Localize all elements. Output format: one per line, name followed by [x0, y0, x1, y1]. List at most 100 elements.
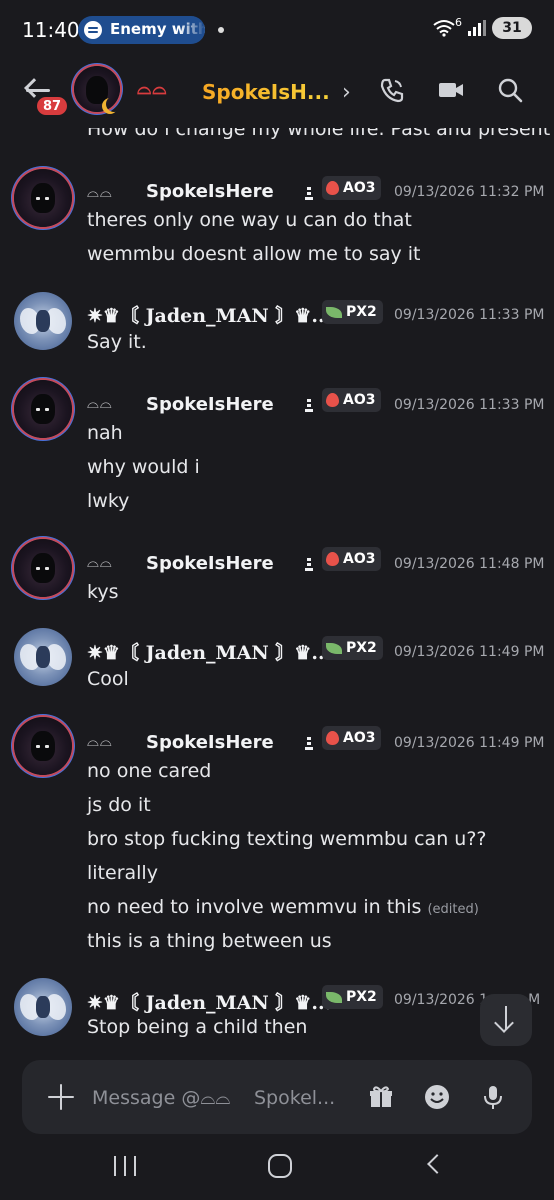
author-name[interactable]: SpokeIsHere [146, 181, 274, 202]
media-label-fade [179, 16, 205, 44]
message-text: wemmbu doesnt allow me to say it [87, 243, 421, 265]
network-label: 6 [455, 15, 462, 29]
leaf-icon [326, 991, 342, 1003]
guild-tag-label: PX2 [346, 989, 377, 1005]
avatar[interactable] [14, 978, 72, 1036]
role-icon [302, 184, 316, 204]
microphone-icon[interactable] [480, 1084, 506, 1110]
role-icon [302, 734, 316, 754]
battery-indicator: 31 [492, 17, 532, 39]
message-input-placeholder-tail: Spokel... [254, 1087, 336, 1109]
author-name[interactable]: SpokeIsHere [146, 394, 274, 415]
message-text: theres only one way u can do that [87, 209, 412, 231]
message-text: Stop being a child then [87, 1016, 308, 1038]
edited-label: (edited) [427, 902, 479, 917]
message-text: no one cared [87, 760, 212, 782]
phone-call-icon[interactable] [378, 76, 406, 104]
status-time: 11:40 [22, 18, 80, 42]
role-icon [302, 396, 316, 416]
user-deco: ⌓⌓ [87, 394, 113, 412]
message-text: kys [87, 581, 119, 603]
author-name[interactable]: ✷♛〘 Jaden_MAN 〙♛... [87, 301, 331, 328]
avatar[interactable] [14, 169, 72, 227]
user-deco: ⌓⌓ [87, 183, 113, 201]
timestamp: 09/13/2026 11:49 PM [394, 735, 545, 751]
channel-name[interactable]: SpokeIsH... [202, 80, 330, 104]
guild-tag-label: AO3 [343, 730, 376, 746]
status-indicators: 6 31 [433, 15, 532, 39]
nav-back-icon[interactable] [427, 1154, 447, 1174]
timestamp: 09/13/2026 11:33 PM [394, 307, 545, 323]
plus-icon[interactable] [48, 1084, 74, 1110]
role-icon [302, 555, 316, 575]
gift-icon[interactable] [368, 1084, 394, 1110]
home-icon[interactable] [268, 1154, 292, 1178]
message-text: nah [87, 422, 123, 444]
message-text: this is a thing between us [87, 930, 332, 952]
message-text: lwky [87, 490, 130, 512]
author-name[interactable]: SpokeIsHere [146, 732, 274, 753]
user-deco: ⌓⌓ [137, 78, 168, 99]
author-name[interactable]: ✷♛〘 Jaden_MAN 〙♛... [87, 988, 331, 1015]
message-text: js do it [87, 794, 151, 816]
message-text: no need to involve wemmvu in this (edite… [87, 896, 479, 918]
moon-icon [106, 96, 122, 112]
guild-tag[interactable]: AO3 [322, 547, 382, 571]
message-list[interactable]: How do i change my whole life. Past and … [0, 128, 554, 1058]
avatar[interactable] [14, 539, 72, 597]
flame-icon [326, 393, 339, 407]
status-bar: 11:40 Enemy with 6 31 [0, 0, 554, 58]
message-text: Say it. [87, 331, 147, 353]
notification-dot-icon [218, 27, 224, 33]
scroll-to-bottom-button[interactable] [480, 994, 532, 1046]
wifi-icon [433, 20, 455, 37]
user-deco: ⌓⌓ [87, 553, 113, 571]
flame-icon [326, 552, 339, 566]
message-text: literally [87, 862, 158, 884]
guild-tag[interactable]: PX2 [322, 985, 383, 1009]
leaf-icon [326, 306, 342, 318]
message-text: How do i change my whole life. Past and … [87, 128, 551, 140]
emoji-icon[interactable] [424, 1084, 450, 1110]
timestamp: 09/13/2026 11:48 PM [394, 556, 545, 572]
timestamp: 09/13/2026 11:49 PM [394, 644, 545, 660]
flame-icon [326, 181, 339, 195]
message-text: Cool [87, 668, 129, 690]
flame-icon [326, 731, 339, 745]
message-composer[interactable]: Message @⌓⌓ Spokel... [22, 1060, 532, 1134]
message-text: why would i [87, 456, 200, 478]
recents-icon[interactable] [114, 1156, 136, 1176]
avatar[interactable] [14, 628, 72, 686]
media-notification-pill[interactable]: Enemy with [78, 16, 205, 44]
video-call-icon[interactable] [437, 76, 465, 104]
signal-icon [468, 20, 486, 36]
guild-tag-label: AO3 [343, 551, 376, 567]
guild-tag[interactable]: AO3 [322, 726, 382, 750]
chevron-right-icon[interactable]: › [342, 80, 351, 105]
avatar[interactable] [14, 292, 72, 350]
search-icon[interactable] [496, 76, 524, 104]
author-name[interactable]: ✷♛〘 Jaden_MAN 〙♛... [87, 638, 331, 665]
message-text-body: no need to involve wemmvu in this [87, 896, 422, 918]
guild-tag-label: PX2 [346, 640, 377, 656]
chat-header: 87 ⌓⌓ SpokeIsH... › [0, 58, 554, 128]
leaf-icon [326, 642, 342, 654]
timestamp: 09/13/2026 11:33 PM [394, 397, 545, 413]
message-text: bro stop fucking texting wemmbu can u?? [87, 828, 487, 850]
arrow-down-icon-head [494, 1013, 514, 1033]
guild-tag[interactable]: AO3 [322, 176, 382, 200]
guild-tag[interactable]: PX2 [322, 636, 383, 660]
message-input[interactable]: Message @⌓⌓ Spokel... [92, 1087, 335, 1109]
guild-tag-label: AO3 [343, 180, 376, 196]
timestamp-visible: 09/13/2026 1 [394, 992, 489, 1008]
guild-tag[interactable]: PX2 [322, 300, 383, 324]
avatar[interactable] [14, 380, 72, 438]
user-deco: ⌓⌓ [87, 732, 113, 750]
guild-tag[interactable]: AO3 [322, 388, 382, 412]
spotify-icon [84, 21, 102, 39]
avatar[interactable] [14, 717, 72, 775]
author-name[interactable]: SpokeIsHere [146, 553, 274, 574]
message-input-placeholder: Message @⌓⌓ [92, 1087, 231, 1109]
system-nav-bar [0, 1138, 554, 1200]
guild-tag-label: PX2 [346, 304, 377, 320]
